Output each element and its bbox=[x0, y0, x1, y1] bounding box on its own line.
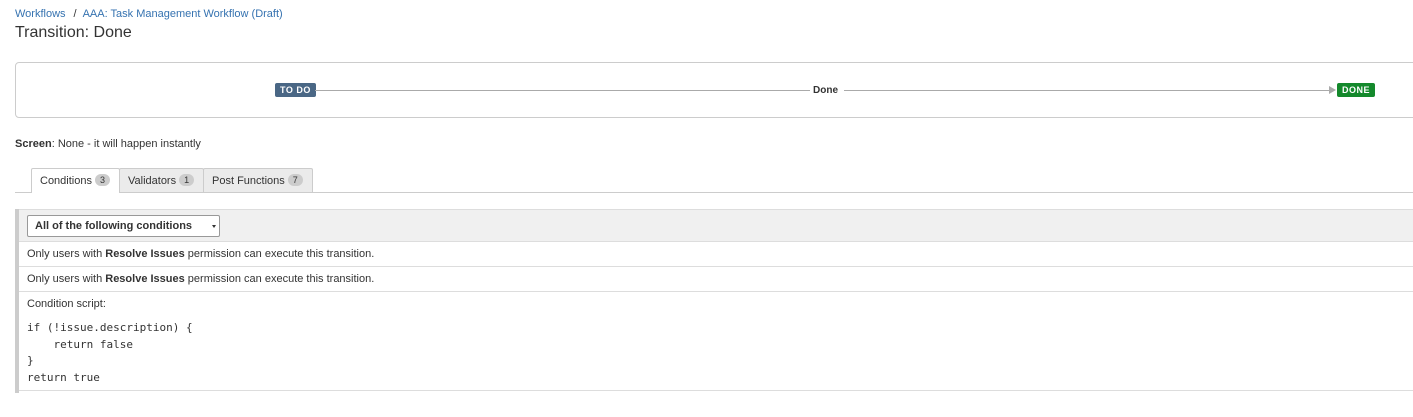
tab-post-functions-label: Post Functions bbox=[212, 175, 285, 187]
tab-conditions-count-badge: 3 bbox=[94, 174, 110, 187]
tab-validators[interactable]: Validators 1 bbox=[119, 168, 204, 192]
conditions-panel-header: All of the following conditions bbox=[19, 209, 1413, 242]
from-status-lozenge: TO DO bbox=[275, 83, 316, 97]
conditions-panel: All of the following conditions Only use… bbox=[15, 209, 1413, 393]
condition-mode-select[interactable]: All of the following conditions bbox=[27, 215, 220, 237]
tab-validators-label: Validators bbox=[128, 175, 177, 187]
arrow-head-icon bbox=[1329, 86, 1336, 94]
transition-line-left bbox=[315, 90, 810, 91]
tab-post-functions[interactable]: Post Functions 7 bbox=[203, 168, 313, 192]
tab-conditions[interactable]: Conditions 3 bbox=[31, 168, 120, 193]
condition-permission-name: Resolve Issues bbox=[105, 248, 185, 260]
transition-line-right bbox=[844, 90, 1330, 91]
to-status-lozenge: DONE bbox=[1337, 83, 1376, 97]
screen-label: Screen bbox=[15, 138, 52, 150]
condition-text-prefix: Only users with bbox=[27, 273, 106, 285]
condition-row[interactable]: Only users with Resolve Issues permissio… bbox=[19, 242, 1413, 267]
tab-post-functions-count-badge: 7 bbox=[287, 174, 303, 187]
screen-info: Screen: None - it will happen instantly bbox=[15, 138, 201, 150]
condition-text-suffix: permission can execute this transition. bbox=[184, 273, 375, 285]
breadcrumb: Workflows / AAA: Task Management Workflow … bbox=[15, 8, 283, 20]
screen-value: : None - it will happen instantly bbox=[51, 138, 201, 150]
tab-conditions-label: Conditions bbox=[40, 175, 92, 187]
page-title: Transition: Done bbox=[15, 24, 132, 41]
tabs-divider bbox=[15, 192, 1413, 193]
transition-diagram: TO DO Done DONE bbox=[15, 62, 1413, 118]
condition-mode-select-value: All of the following conditions bbox=[35, 220, 193, 232]
condition-text-suffix: permission can execute this transition. bbox=[184, 248, 375, 260]
breadcrumb-workflows-link[interactable]: Workflows bbox=[15, 8, 66, 20]
condition-permission-name: Resolve Issues bbox=[105, 273, 185, 285]
condition-script-code: if (!issue.description) { return false }… bbox=[27, 321, 193, 384]
transition-name-label: Done bbox=[813, 85, 838, 96]
breadcrumb-current-workflow-link[interactable]: AAA: Task Management Workflow (Draft) bbox=[83, 8, 283, 20]
condition-script-row[interactable]: Condition script: if (!issue.description… bbox=[19, 292, 1413, 391]
breadcrumb-separator: / bbox=[73, 8, 77, 20]
condition-row[interactable]: Only users with Resolve Issues permissio… bbox=[19, 267, 1413, 292]
condition-script-label: Condition script: bbox=[27, 298, 106, 310]
condition-text-prefix: Only users with bbox=[27, 248, 106, 260]
tab-validators-count-badge: 1 bbox=[179, 174, 195, 187]
chevron-down-icon bbox=[212, 225, 216, 228]
